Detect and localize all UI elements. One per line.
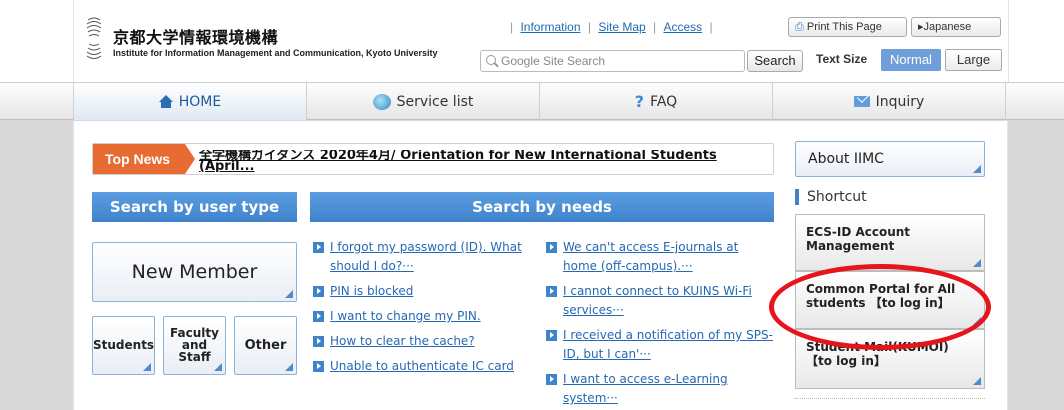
need-link[interactable]: I want to change my PIN.	[330, 309, 481, 323]
home-icon	[158, 94, 173, 109]
ecs-id-account-button[interactable]: ECS-ID Account Management	[795, 214, 985, 271]
question-mark-icon: ?	[634, 92, 645, 111]
link-separator: |	[653, 20, 657, 34]
text-size-label: Text Size	[816, 52, 868, 66]
site-search-input[interactable]: Google Site Search	[480, 50, 745, 72]
new-member-button[interactable]: New Member	[92, 242, 297, 302]
link-access[interactable]: Access	[663, 20, 702, 34]
need-link[interactable]: I forgot my password (ID). What should I…	[330, 240, 522, 273]
faculty-and-staff-button[interactable]: Faculty and Staff	[163, 316, 226, 375]
search-by-user-type-heading: Search by user type	[92, 192, 297, 222]
divider	[795, 398, 985, 399]
japanese-language-button[interactable]: ▸Japanese	[911, 17, 1001, 37]
arrow-bullet-icon	[313, 336, 324, 347]
needs-list-left: I forgot my password (ID). What should I…	[313, 238, 538, 382]
text-size-large-button[interactable]: Large	[945, 49, 1002, 71]
list-item: I received a notification of my SPS-ID, …	[546, 326, 776, 364]
shortcut-heading: Shortcut	[795, 189, 867, 205]
other-button[interactable]: Other	[234, 316, 297, 375]
site-title-jp[interactable]: 京都大学情報環境機構	[113, 24, 278, 48]
printer-icon: ⎙	[795, 21, 804, 33]
students-button[interactable]: Students	[92, 316, 155, 375]
red-highlight-circle	[769, 264, 991, 350]
print-label: Print This Page	[806, 21, 882, 33]
main-nav: HOME Service list ? FAQ Inquiry	[0, 82, 1064, 120]
link-separator: |	[510, 20, 514, 34]
nav-inquiry[interactable]: Inquiry	[772, 83, 1006, 120]
search-by-needs-heading: Search by needs	[310, 192, 774, 222]
nav-faq-label: FAQ	[650, 93, 678, 110]
arrow-bullet-icon	[546, 286, 557, 297]
list-item: I want to change my PIN.	[313, 307, 538, 326]
list-item: We can't access E-journals at home (off-…	[546, 238, 776, 276]
list-item: I want to access e-Learning system···	[546, 370, 776, 408]
nav-faq[interactable]: ? FAQ	[539, 83, 772, 120]
link-information[interactable]: Information	[520, 20, 580, 34]
kyoto-university-logo-icon[interactable]	[84, 14, 104, 64]
need-link[interactable]: I want to access e-Learning system···	[563, 372, 728, 405]
list-item: I cannot connect to KUINS Wi-Fi services…	[546, 282, 776, 320]
search-button[interactable]: Search	[747, 50, 803, 72]
site-title-en[interactable]: Institute for Information Management and…	[113, 48, 438, 58]
arrow-bullet-icon	[546, 374, 557, 385]
list-item: Unable to authenticate IC card	[313, 357, 538, 376]
text-size-normal-button[interactable]: Normal	[881, 49, 941, 71]
site-header: 京都大学情報環境機構 Institute for Information Man…	[0, 0, 1064, 82]
arrow-bullet-icon	[313, 286, 324, 297]
nav-inquiry-label: Inquiry	[875, 93, 925, 110]
arrow-bullet-icon	[546, 330, 557, 341]
top-news-link[interactable]: 全学機構ガイダンス 2020年4月/ Orientation for New I…	[199, 150, 759, 172]
list-item: PIN is blocked	[313, 282, 538, 301]
mail-icon	[853, 96, 870, 107]
list-item: How to clear the cache?	[313, 332, 538, 351]
nav-service-list[interactable]: Service list	[306, 83, 539, 120]
need-link[interactable]: I received a notification of my SPS-ID, …	[563, 328, 773, 361]
top-news-bar: Top News 全学機構ガイダンス 2020年4月/ Orientation …	[92, 143, 774, 175]
search-icon	[486, 55, 496, 65]
need-link[interactable]: PIN is blocked	[330, 284, 413, 298]
nav-service-label: Service list	[396, 93, 474, 110]
list-item: I forgot my password (ID). What should I…	[313, 238, 538, 276]
top-links: | Information | Site Map | Access |	[510, 20, 713, 34]
need-link[interactable]: Unable to authenticate IC card	[330, 359, 514, 373]
arrow-bullet-icon	[313, 311, 324, 322]
need-link[interactable]: We can't access E-journals at home (off-…	[563, 240, 738, 273]
need-link[interactable]: How to clear the cache?	[330, 334, 475, 348]
print-page-button[interactable]: ⎙ Print This Page	[788, 17, 907, 37]
search-placeholder: Google Site Search	[501, 54, 606, 68]
link-site-map[interactable]: Site Map	[598, 20, 645, 34]
link-separator: |	[709, 20, 713, 34]
arrow-bullet-icon	[546, 242, 557, 253]
about-iimc-button[interactable]: About IIMC	[795, 141, 985, 177]
need-link[interactable]: I cannot connect to KUINS Wi-Fi services…	[563, 284, 752, 317]
nav-home[interactable]: HOME	[73, 83, 306, 120]
link-separator: |	[587, 20, 591, 34]
needs-list-right: We can't access E-journals at home (off-…	[546, 238, 776, 410]
top-news-tag: Top News	[93, 144, 195, 174]
nav-home-label: HOME	[178, 93, 222, 110]
arrow-bullet-icon	[313, 242, 324, 253]
arrow-bullet-icon	[313, 361, 324, 372]
globe-icon	[372, 93, 391, 110]
